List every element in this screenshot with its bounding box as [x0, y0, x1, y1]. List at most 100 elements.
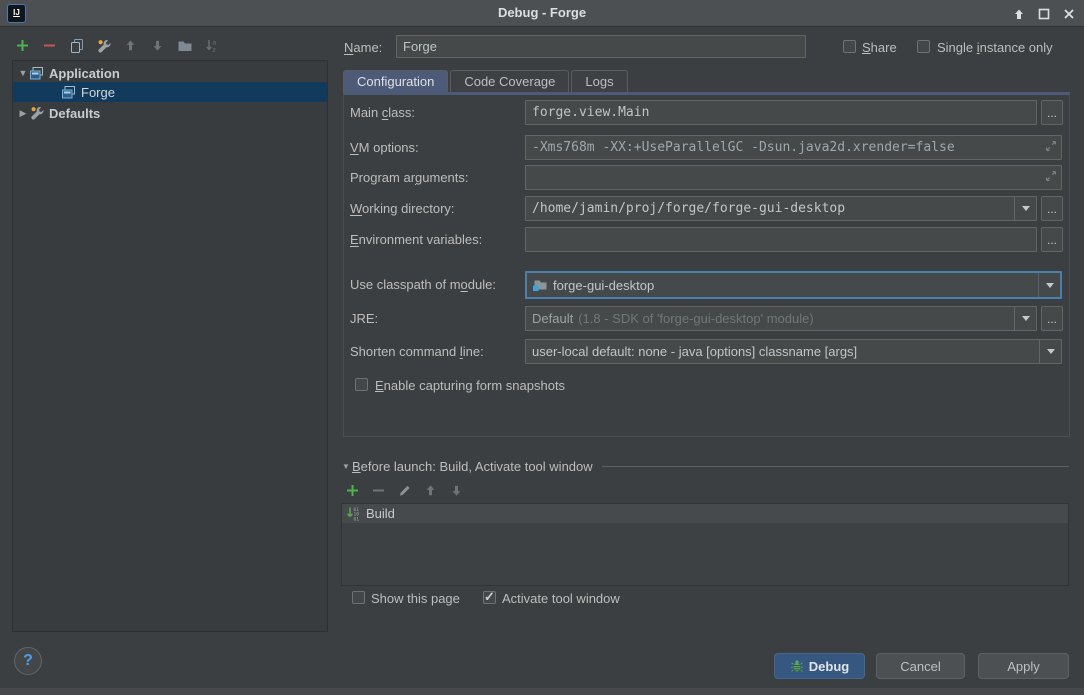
- tab-code-coverage[interactable]: Code Coverage: [450, 70, 569, 93]
- tree-item-label: Forge: [81, 85, 115, 100]
- environment-variables-label: Environment variables:: [350, 227, 482, 252]
- activate-tool-window-label: Activate tool window: [502, 591, 620, 606]
- tab-logs[interactable]: Logs: [571, 70, 627, 93]
- shorten-cmd-combo[interactable]: user-local default: none - java [options…: [525, 339, 1062, 364]
- debug-button[interactable]: Debug: [774, 653, 865, 679]
- tree-item-application[interactable]: ▼ Application: [13, 63, 327, 83]
- classpath-module-combo[interactable]: forge-gui-desktop: [525, 271, 1062, 299]
- tree-item-label: Application: [49, 66, 120, 81]
- show-this-page-label: Show this page: [371, 591, 460, 606]
- environment-variables-input[interactable]: [525, 227, 1037, 252]
- svg-text:a: a: [212, 39, 216, 46]
- application-icon: [61, 85, 77, 100]
- jre-browse-button[interactable]: ...: [1041, 306, 1063, 331]
- move-down-icon[interactable]: [149, 37, 166, 54]
- task-label: Build: [366, 506, 395, 521]
- before-launch-toolbar: [344, 482, 465, 499]
- share-checkbox[interactable]: [843, 40, 856, 53]
- remove-icon[interactable]: [41, 37, 58, 54]
- chevron-down-icon[interactable]: ▼: [17, 68, 29, 78]
- main-class-label: Main class:: [350, 100, 415, 125]
- window-shade-icon[interactable]: [1010, 5, 1028, 23]
- main-class-input[interactable]: [525, 100, 1037, 125]
- shorten-cmd-label: Shorten command line:: [350, 339, 484, 364]
- form-snapshots-checkbox[interactable]: [355, 378, 368, 391]
- tree-item-label: Defaults: [49, 106, 100, 121]
- vm-options-label: VM options:: [350, 135, 419, 160]
- intellij-logo-icon: IJ: [7, 4, 26, 23]
- jre-value-detail: (1.8 - SDK of 'forge-gui-desktop' module…: [578, 311, 813, 326]
- dropdown-arrow-icon[interactable]: [1039, 340, 1061, 363]
- before-launch-header: ▼ Before launch: Build, Activate tool wi…: [340, 458, 1069, 474]
- remove-task-icon[interactable]: [370, 482, 387, 499]
- working-directory-label: Working directory:: [350, 196, 455, 221]
- program-arguments-label: Program arguments:: [350, 165, 469, 190]
- tree-item-defaults[interactable]: ▶ Defaults: [13, 103, 327, 123]
- run-config-toolbar: az: [14, 37, 220, 54]
- name-input[interactable]: [396, 35, 806, 58]
- single-instance-checkbox[interactable]: [917, 40, 930, 53]
- build-icon: 011001: [346, 506, 362, 522]
- name-label: Name:: [344, 40, 382, 55]
- apply-button-label: Apply: [1007, 659, 1040, 674]
- working-directory-value: /home/jamin/proj/forge/forge-gui-desktop: [532, 201, 845, 216]
- move-up-icon[interactable]: [122, 37, 139, 54]
- add-icon[interactable]: [14, 37, 31, 54]
- expand-field-icon[interactable]: [1044, 139, 1080, 153]
- copy-icon[interactable]: [68, 37, 85, 54]
- settings-wrench-icon: [29, 105, 45, 121]
- dropdown-arrow-icon[interactable]: [1014, 307, 1036, 330]
- main-class-browse-button[interactable]: ...: [1041, 100, 1063, 125]
- move-task-up-icon[interactable]: [422, 482, 439, 499]
- cancel-button-label: Cancel: [900, 659, 940, 674]
- before-launch-task-list: 011001 Build: [341, 503, 1069, 586]
- shorten-cmd-value: user-local default: none - java [options…: [532, 344, 857, 359]
- window-close-icon[interactable]: [1060, 5, 1078, 23]
- move-task-down-icon[interactable]: [448, 482, 465, 499]
- activate-tool-window-checkbox[interactable]: [483, 591, 496, 604]
- module-icon: [532, 277, 548, 293]
- show-this-page-checkbox[interactable]: [352, 591, 365, 604]
- form-snapshots-label: Enable capturing form snapshots: [375, 378, 565, 393]
- folder-icon[interactable]: [176, 37, 193, 54]
- add-task-icon[interactable]: [344, 482, 361, 499]
- tab-configuration[interactable]: Configuration: [343, 70, 448, 93]
- classpath-module-label: Use classpath of module:: [350, 271, 496, 299]
- apply-button[interactable]: Apply: [978, 653, 1069, 679]
- svg-text:z: z: [212, 47, 215, 54]
- jre-combo[interactable]: Default (1.8 - SDK of 'forge-gui-desktop…: [525, 306, 1037, 331]
- dropdown-arrow-icon[interactable]: [1038, 273, 1060, 297]
- titlebar: IJ Debug - Forge: [0, 0, 1084, 27]
- svg-text:01: 01: [354, 516, 360, 522]
- window-maximize-icon[interactable]: [1035, 5, 1053, 23]
- program-arguments-input[interactable]: [525, 165, 1062, 190]
- sort-alpha-icon[interactable]: az: [203, 37, 220, 54]
- bug-icon: [790, 659, 804, 673]
- window-title: Debug - Forge: [0, 0, 1084, 26]
- environment-variables-browse-button[interactable]: ...: [1041, 227, 1063, 252]
- classpath-module-value: forge-gui-desktop: [553, 278, 654, 293]
- edit-task-icon[interactable]: [396, 482, 413, 499]
- dropdown-arrow-icon[interactable]: [1014, 197, 1036, 220]
- expand-field-icon[interactable]: [1044, 169, 1080, 183]
- help-button[interactable]: ?: [14, 647, 42, 675]
- bottom-edge: [0, 688, 1084, 695]
- tree-item-forge[interactable]: Forge: [13, 82, 327, 102]
- jre-label: JRE:: [350, 306, 378, 331]
- task-row-build[interactable]: 011001 Build: [342, 504, 1068, 523]
- share-label: Share: [862, 40, 897, 55]
- application-icon: [29, 66, 45, 81]
- vm-options-input[interactable]: [525, 135, 1062, 160]
- separator-line: [602, 466, 1069, 467]
- run-config-tree: ▼ Application Forge ▶ Defaults: [12, 60, 328, 632]
- jre-value: Default: [532, 311, 573, 326]
- working-directory-browse-button[interactable]: ...: [1041, 196, 1063, 221]
- config-tabbar: Configuration Code Coverage Logs: [343, 70, 630, 93]
- before-launch-title: Before launch: Build, Activate tool wind…: [352, 459, 593, 474]
- collapse-triangle-icon[interactable]: ▼: [340, 462, 352, 471]
- cancel-button[interactable]: Cancel: [876, 653, 965, 679]
- edit-defaults-icon[interactable]: [95, 37, 112, 54]
- chevron-right-icon[interactable]: ▶: [17, 108, 29, 119]
- debug-button-label: Debug: [809, 659, 849, 674]
- working-directory-combo[interactable]: /home/jamin/proj/forge/forge-gui-desktop: [525, 196, 1037, 221]
